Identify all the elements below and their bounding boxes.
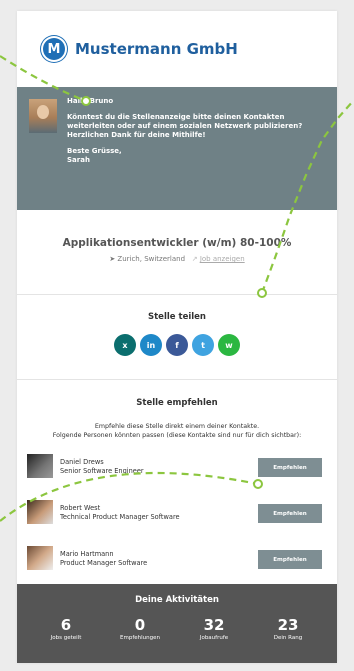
recommend-desc-line: Empfehle diese Stelle direkt einem deine…: [94, 423, 260, 430]
recommend-desc-line: Folgende Personen könnten passen (diese …: [52, 432, 302, 439]
stat-label: Dein Rang: [273, 635, 303, 641]
company-header: M Mustermann GmbH: [17, 11, 337, 87]
stat-recommendations: 0 Empfehlungen: [109, 617, 171, 641]
share-title: Stelle teilen: [148, 312, 206, 322]
activities-section: Deine Aktivitäten 6 Jobs geteilt 0 Empfe…: [17, 584, 337, 663]
company-name: Mustermann GmbH: [75, 40, 238, 58]
message-closing: Beste Grüsse,: [67, 147, 122, 155]
linkedin-icon[interactable]: in: [140, 334, 162, 356]
job-title: Applikationsentwickler (w/m) 80-100%: [62, 237, 292, 249]
stat-label: Empfehlungen: [120, 635, 160, 641]
stat-label: Jobaufrufe: [199, 635, 229, 641]
stat-value: 32: [203, 616, 225, 634]
message-body-line: Herzlichen Dank für deine Mithilfe!: [67, 131, 206, 139]
facebook-icon[interactable]: f: [166, 334, 188, 356]
whatsapp-icon[interactable]: w: [218, 334, 240, 356]
contact-avatar: [27, 500, 53, 524]
job-meta: ➤ Zurich, Switzerland ↗ Job anzeigen: [17, 255, 337, 263]
xing-icon[interactable]: x: [114, 334, 136, 356]
contact-role: Product Manager Software: [60, 559, 148, 567]
message-text: Hallo Bruno Könntest du die Stellenanzei…: [67, 97, 327, 165]
contact-avatar: [27, 454, 53, 478]
stat-rank: 23 Dein Rang: [257, 617, 319, 641]
stat-job-views: 32 Jobaufrufe: [183, 617, 245, 641]
contact-name: Robert West: [60, 504, 101, 512]
contact-avatar: [27, 546, 53, 570]
recommend-button[interactable]: Empfehlen: [258, 504, 322, 523]
personal-message: Hallo Bruno Könntest du die Stellenanzei…: [17, 87, 337, 210]
share-icons: x in f t w: [17, 334, 337, 356]
contact-role: Senior Software Engineer: [60, 467, 144, 475]
job-link[interactable]: Job anzeigen: [200, 255, 245, 263]
recommend-section: Stelle empfehlen Empfehle diese Stelle d…: [17, 380, 337, 602]
message-body-line: weiterleiten oder auf einem sozialen Net…: [67, 122, 303, 130]
contact-row: Mario Hartmann Product Manager Software …: [17, 538, 337, 584]
activities-title: Deine Aktivitäten: [135, 595, 219, 605]
message-greeting: Hallo Bruno: [67, 97, 114, 105]
stat-jobs-shared: 6 Jobs geteilt: [35, 617, 97, 641]
recommend-description: Empfehle diese Stelle direkt einem deine…: [17, 422, 337, 440]
stat-value: 23: [277, 616, 299, 634]
contact-role: Technical Product Manager Software: [60, 513, 180, 521]
recommend-button[interactable]: Empfehlen: [258, 550, 322, 569]
company-logo-icon: M: [43, 38, 65, 60]
stat-label: Jobs geteilt: [50, 635, 82, 641]
job-section: Applikationsentwickler (w/m) 80-100% ➤ Z…: [17, 210, 337, 295]
sender-avatar: [29, 99, 57, 133]
contact-name: Mario Hartmann: [60, 550, 114, 558]
stat-value: 6: [60, 616, 72, 634]
twitter-icon[interactable]: t: [192, 334, 214, 356]
job-location: Zurich, Switzerland: [117, 255, 186, 263]
email-card: M Mustermann GmbH Hallo Bruno Könntest d…: [17, 11, 337, 663]
share-section: Stelle teilen x in f t w: [17, 295, 337, 380]
contact-row: Daniel Drews Senior Software Engineer Em…: [17, 446, 337, 492]
message-body-line: Könntest du die Stellenanzeige bitte dei…: [67, 113, 285, 121]
contact-name: Daniel Drews: [60, 458, 104, 466]
activity-stats: 6 Jobs geteilt 0 Empfehlungen 32 Jobaufr…: [17, 617, 337, 641]
contact-row: Robert West Technical Product Manager So…: [17, 492, 337, 538]
stat-value: 0: [134, 616, 146, 634]
message-signature: Sarah: [67, 156, 90, 164]
recommend-title: Stelle empfehlen: [136, 398, 218, 408]
recommend-button[interactable]: Empfehlen: [258, 458, 322, 477]
external-link-icon: ↗: [187, 255, 200, 263]
